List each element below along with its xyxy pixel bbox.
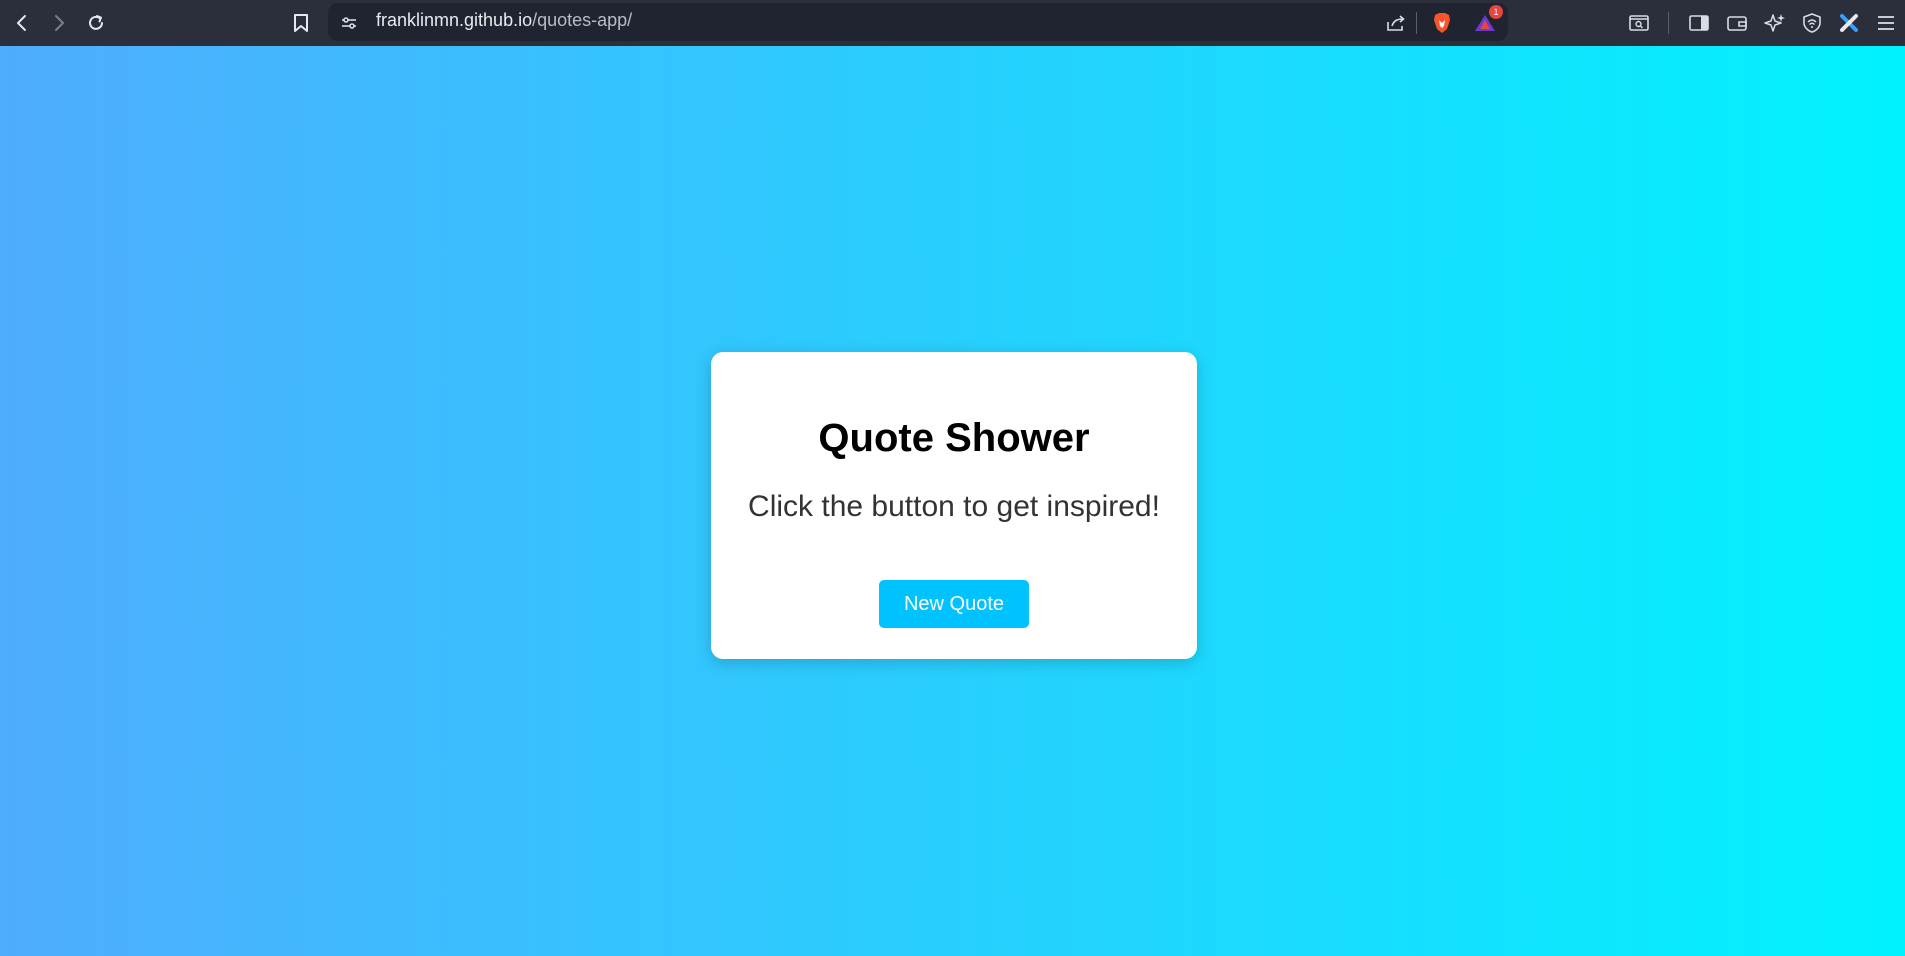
share-icon[interactable] xyxy=(1381,8,1411,38)
back-icon[interactable] xyxy=(7,8,37,38)
notification-badge: 1 xyxy=(1489,5,1503,19)
menu-icon[interactable] xyxy=(1871,8,1901,38)
vpn-icon[interactable] xyxy=(1797,8,1827,38)
site-settings-icon[interactable] xyxy=(334,8,364,38)
card-title: Quote Shower xyxy=(818,416,1090,460)
quote-card: Quote Shower Click the button to get ins… xyxy=(711,352,1197,659)
forward-icon[interactable] xyxy=(44,8,74,38)
toolbar-divider xyxy=(1668,12,1669,34)
new-quote-button[interactable]: New Quote xyxy=(879,580,1029,628)
browser-toolbar: franklinmn.github.io/quotes-app/ 1 xyxy=(0,0,1905,46)
quote-text: Click the button to get inspired! xyxy=(748,490,1160,523)
extension-icon[interactable] xyxy=(1834,8,1864,38)
brave-rewards-icon[interactable]: 1 xyxy=(1470,5,1503,38)
brave-shield-icon[interactable] xyxy=(1427,8,1457,38)
url-text[interactable]: franklinmn.github.io/quotes-app/ xyxy=(376,10,632,31)
bookmark-icon[interactable] xyxy=(286,8,316,38)
sidebar-icon[interactable] xyxy=(1684,8,1714,38)
page-viewport: Quote Shower Click the button to get ins… xyxy=(0,46,1905,956)
reload-icon[interactable] xyxy=(81,8,111,38)
toolbar-divider xyxy=(1416,12,1417,34)
leo-ai-icon[interactable] xyxy=(1760,8,1790,38)
tab-search-icon[interactable] xyxy=(1624,8,1654,38)
wallet-icon[interactable] xyxy=(1722,8,1752,38)
